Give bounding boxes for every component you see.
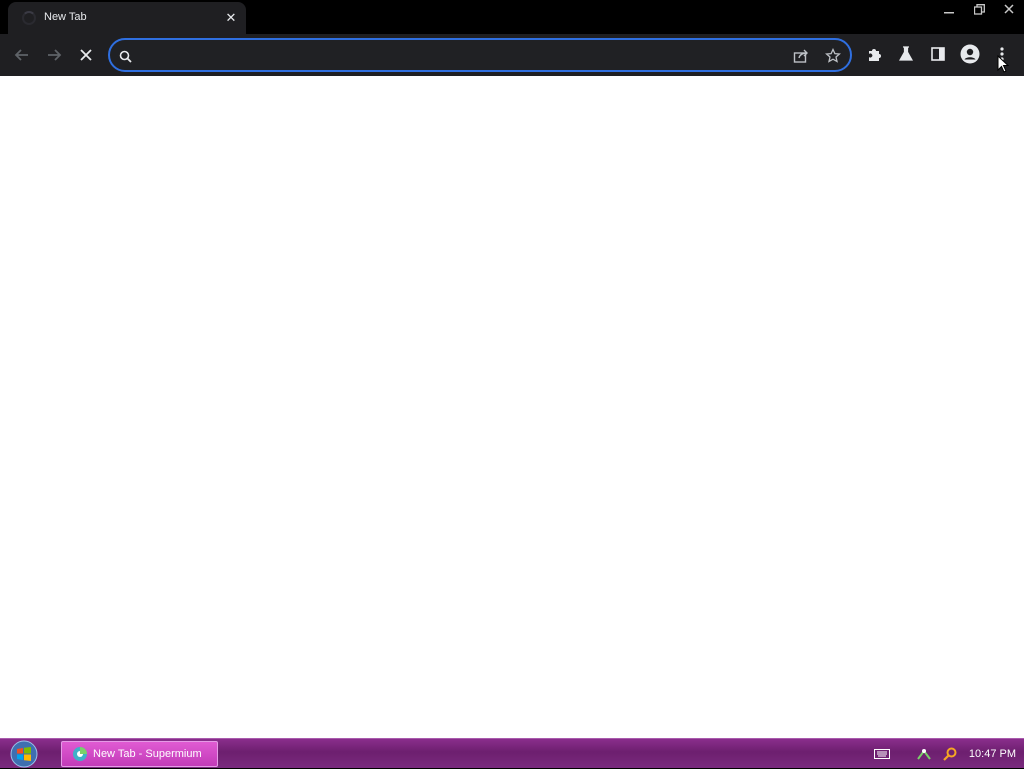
- search-icon: [116, 47, 134, 65]
- taskbar-item-label: New Tab - Supermium: [93, 748, 202, 760]
- back-arrow-icon: [14, 49, 28, 61]
- windows-start-icon: [10, 740, 38, 768]
- tab-close-icon[interactable]: ✕: [222, 9, 240, 27]
- start-button[interactable]: [8, 740, 40, 768]
- system-tray: 10:47 PM: [869, 739, 1024, 769]
- window-controls: [934, 0, 1024, 18]
- stop-icon: [80, 49, 92, 61]
- bookmark-star-icon[interactable]: [824, 47, 842, 65]
- extensions-puzzle-icon[interactable]: [863, 43, 885, 65]
- forward-button[interactable]: [41, 42, 67, 68]
- clock[interactable]: 10:47 PM: [969, 748, 1016, 760]
- restore-button[interactable]: [964, 0, 994, 18]
- tab-title: New Tab: [44, 11, 87, 23]
- restore-icon: [973, 3, 985, 15]
- taskbar: New Tab - Supermium 10:47 PM: [0, 738, 1024, 768]
- labs-flask-icon[interactable]: [895, 43, 917, 65]
- close-icon: [1004, 4, 1014, 14]
- minimize-icon: [944, 12, 954, 14]
- address-bar[interactable]: [108, 38, 852, 72]
- loading-spinner-icon: [22, 11, 36, 25]
- keyboard-icon[interactable]: [872, 744, 892, 764]
- minimize-button[interactable]: [934, 0, 964, 18]
- profile-avatar-icon[interactable]: [959, 43, 981, 65]
- search-tray-icon[interactable]: [940, 744, 960, 764]
- share-icon[interactable]: [792, 47, 810, 65]
- forward-arrow-icon: [48, 49, 62, 61]
- title-bar: New Tab ✕: [0, 0, 1024, 34]
- side-panel-icon[interactable]: [927, 43, 949, 65]
- taskbar-item-supermium[interactable]: New Tab - Supermium: [61, 741, 218, 767]
- page-content[interactable]: [0, 76, 1024, 738]
- supermium-app-icon: [73, 747, 87, 761]
- mouse-cursor-icon: [997, 55, 1009, 73]
- address-input[interactable]: [140, 46, 780, 66]
- browser-toolbar: [0, 34, 1024, 76]
- close-button[interactable]: [994, 0, 1024, 18]
- back-button[interactable]: [9, 42, 35, 68]
- network-icon[interactable]: [914, 744, 934, 764]
- tab-new-tab[interactable]: New Tab ✕: [8, 2, 246, 34]
- stop-loading-button[interactable]: [73, 42, 99, 68]
